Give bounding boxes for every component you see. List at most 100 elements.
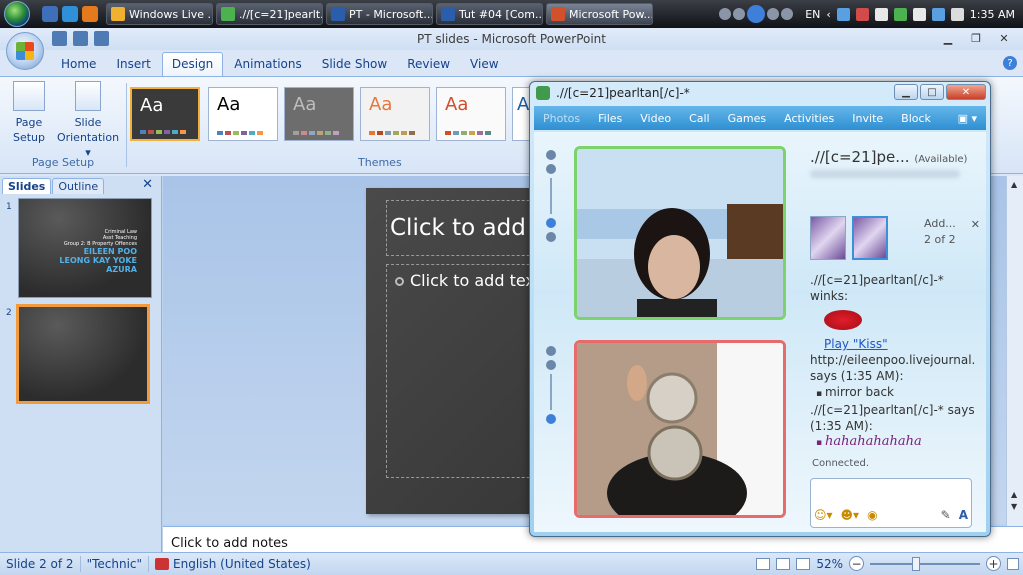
zoom-in-icon[interactable]: + (986, 556, 1001, 571)
fullscreen-icon[interactable] (546, 232, 556, 242)
add-picture[interactable]: Add... 2 of 2 (924, 216, 956, 248)
speaker-icon[interactable] (546, 218, 556, 228)
tab-view[interactable]: View (461, 53, 507, 76)
office-button[interactable] (6, 32, 44, 70)
redo-icon[interactable] (94, 31, 109, 46)
theme-thumb-2[interactable]: Aa (208, 87, 278, 141)
zoom-level[interactable]: 52% (816, 557, 843, 571)
menu-invite[interactable]: Invite (843, 112, 892, 125)
previous-icon[interactable] (733, 8, 746, 20)
previous-slide-icon[interactable]: ▲ (1011, 490, 1017, 499)
group-divider (126, 83, 127, 167)
task-powerpoint[interactable]: Microsoft Pow... (546, 3, 653, 25)
volume-slider[interactable] (550, 178, 552, 214)
show-desktop-icon[interactable] (42, 6, 58, 22)
tab-home[interactable]: Home (52, 53, 105, 76)
menu-files[interactable]: Files (589, 112, 631, 125)
tab-animations[interactable]: Animations (225, 53, 310, 76)
page-setup-button[interactable]: Page Setup (2, 81, 56, 145)
restore-button[interactable]: ❐ (963, 30, 989, 46)
menu-games[interactable]: Games (719, 112, 775, 125)
language-indicator[interactable]: EN (805, 8, 820, 21)
language-status[interactable]: English (United States) (149, 556, 317, 572)
tab-outline[interactable]: Outline (52, 178, 105, 194)
theme-thumb-1[interactable]: Aa (130, 87, 200, 141)
clock[interactable]: 1:35 AM (970, 8, 1015, 21)
camera-icon[interactable] (546, 346, 556, 356)
task-tut-word[interactable]: Tut #04 [Com... (436, 3, 543, 25)
media-player-controls (719, 5, 794, 23)
next-slide-icon[interactable]: ▼ (1011, 502, 1017, 511)
task-pt-word[interactable]: PT - Microsoft... (326, 3, 433, 25)
slide-show-view-icon[interactable] (796, 557, 811, 570)
task-messenger-chat[interactable]: .//[c=21]pearlt... (216, 3, 323, 25)
handwriting-icon[interactable]: ✎ (941, 508, 951, 522)
close-button[interactable]: ✕ (991, 30, 1017, 46)
next-icon[interactable] (767, 8, 780, 20)
tab-slide-show[interactable]: Slide Show (313, 53, 396, 76)
play-kiss-link[interactable]: Play "Kiss" (824, 336, 888, 352)
display-picture-2[interactable] (852, 216, 888, 260)
font-icon[interactable]: A (959, 508, 972, 522)
task-windows-live[interactable]: Windows Live ... (106, 3, 213, 25)
menu-video[interactable]: Video (631, 112, 680, 125)
tray-speaker-icon[interactable] (950, 7, 964, 21)
page-setup-group-label: Page Setup (31, 156, 95, 169)
tray-network-icon[interactable] (912, 7, 926, 21)
undo-icon[interactable] (73, 31, 88, 46)
maximize-button[interactable]: □ (920, 84, 944, 100)
tray-messenger-icon[interactable] (893, 7, 907, 21)
tray-power-icon[interactable] (931, 7, 945, 21)
nudge-icon[interactable]: ◉ (867, 508, 877, 522)
tray-app-icon[interactable] (836, 7, 850, 21)
menu-block[interactable]: Block (892, 112, 940, 125)
internet-explorer-icon[interactable] (62, 6, 78, 22)
normal-view-icon[interactable] (756, 557, 771, 570)
tray-usb-icon[interactable] (874, 7, 888, 21)
options-menu-icon[interactable]: ▣ ▾ (949, 112, 986, 125)
tray-antivirus-icon[interactable] (855, 7, 869, 21)
firefox-icon[interactable] (82, 6, 98, 22)
camera-icon[interactable] (546, 150, 556, 160)
zoom-slider[interactable] (870, 556, 980, 571)
kiss-wink-icon[interactable] (824, 310, 862, 330)
webcam-icon[interactable] (546, 360, 556, 370)
microphone-icon[interactable] (546, 414, 556, 424)
scroll-up-icon[interactable]: ▲ (1011, 180, 1017, 189)
tab-insert[interactable]: Insert (107, 53, 159, 76)
wink-icon[interactable]: ☻▾ (841, 508, 860, 522)
slide-thumbnail-2[interactable] (16, 304, 150, 404)
fit-to-window-icon[interactable] (1007, 557, 1019, 570)
minimize-button[interactable]: ▁ (894, 84, 918, 100)
start-button[interactable] (0, 0, 34, 28)
slide-sorter-view-icon[interactable] (776, 557, 791, 570)
slide-orientation-button[interactable]: Slide Orientation ▾ (54, 81, 122, 160)
menu-photos[interactable]: Photos (534, 112, 589, 125)
emoticon-icon[interactable]: ☺▾ (814, 508, 833, 522)
stop-icon[interactable] (719, 8, 732, 20)
theme-thumb-3[interactable]: Aa (284, 87, 354, 141)
menu-call[interactable]: Call (680, 112, 719, 125)
close-pictures-icon[interactable]: ✕ (971, 218, 980, 231)
close-button[interactable]: ✕ (946, 84, 986, 100)
zoom-out-icon[interactable]: − (849, 556, 864, 571)
close-icon[interactable]: ✕ (142, 177, 153, 192)
vertical-scrollbar[interactable]: ▲ ▲ ▼ (1006, 176, 1023, 526)
minimize-button[interactable]: ▁ (935, 30, 961, 46)
mic-volume-slider[interactable] (550, 374, 552, 410)
volume-icon[interactable] (781, 8, 794, 20)
help-icon[interactable]: ? (1003, 56, 1017, 70)
display-picture-1[interactable] (810, 216, 846, 260)
webcam-icon[interactable] (546, 164, 556, 174)
theme-thumb-4[interactable]: Aa (360, 87, 430, 141)
slide-thumbnail-1[interactable]: Criminal Law Asst Teaching Group 2: B Pr… (18, 198, 152, 298)
zoom-slider-thumb[interactable] (912, 556, 920, 571)
chevron-left-icon[interactable]: ‹ (826, 8, 830, 21)
pause-icon[interactable] (747, 5, 766, 23)
tab-slides[interactable]: Slides (2, 178, 52, 194)
save-icon[interactable] (52, 31, 67, 46)
tab-review[interactable]: Review (398, 53, 459, 76)
theme-thumb-5[interactable]: Aa (436, 87, 506, 141)
menu-activities[interactable]: Activities (775, 112, 843, 125)
tab-design[interactable]: Design (161, 52, 224, 76)
